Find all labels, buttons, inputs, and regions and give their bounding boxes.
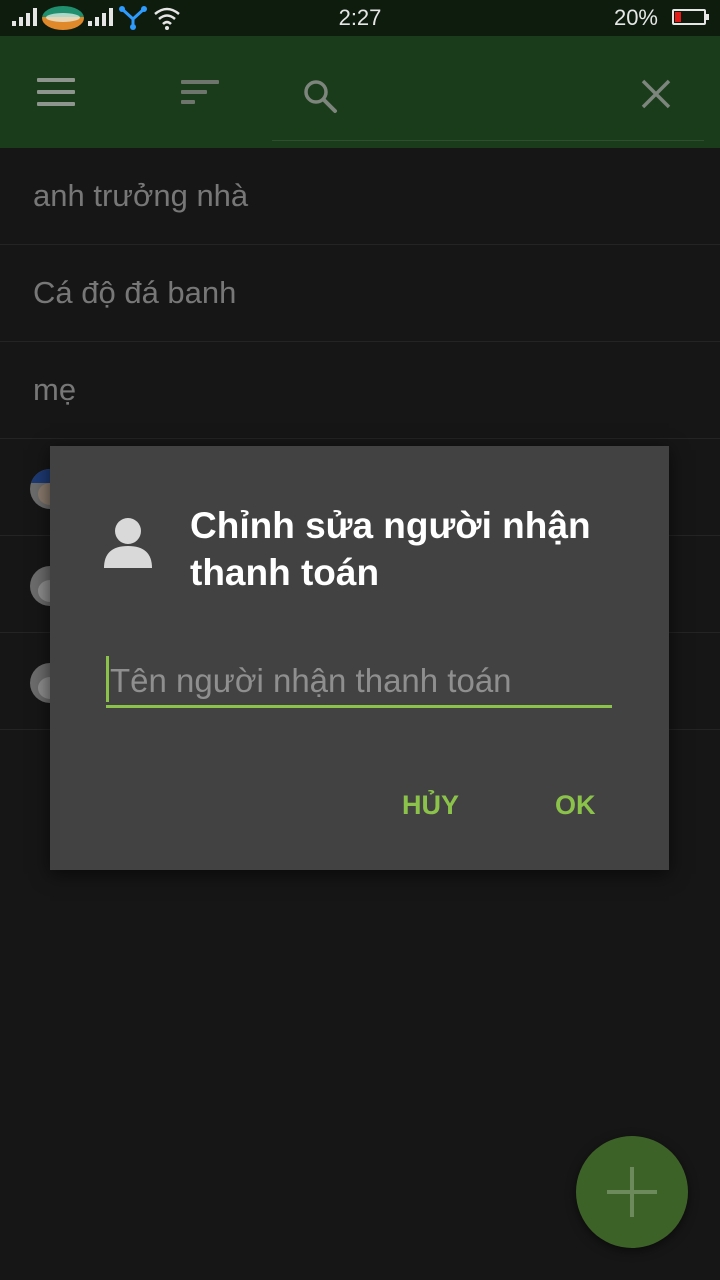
ok-button[interactable]: OK bbox=[555, 790, 596, 821]
dialog-title-line2: thanh toán bbox=[190, 552, 380, 593]
app-bar bbox=[0, 36, 720, 148]
add-button[interactable] bbox=[576, 1136, 688, 1248]
list-item[interactable]: anh trưởng nhà bbox=[0, 148, 720, 245]
battery-icon bbox=[672, 9, 709, 25]
edit-payee-dialog: Chỉnh sửa người nhận thanh toán Tên ngườ… bbox=[50, 446, 669, 870]
search-field[interactable] bbox=[272, 36, 704, 141]
sort-icon[interactable] bbox=[181, 80, 219, 104]
list-item-label: Cá độ đá banh bbox=[33, 275, 237, 310]
payee-name-field[interactable]: Tên người nhận thanh toán bbox=[106, 656, 612, 708]
status-bar: 2:27 20% bbox=[0, 0, 720, 36]
text-cursor bbox=[106, 656, 109, 702]
battery-percent: 20% bbox=[613, 5, 658, 30]
close-icon[interactable] bbox=[638, 76, 674, 112]
search-icon[interactable] bbox=[302, 78, 338, 114]
status-time: 2:27 bbox=[338, 5, 382, 30]
list-item[interactable]: mẹ bbox=[0, 342, 720, 439]
payee-name-placeholder: Tên người nhận thanh toán bbox=[110, 662, 512, 699]
list-item-label: mẹ bbox=[33, 372, 77, 407]
dialog-title: Chỉnh sửa người nhận thanh toán bbox=[190, 502, 630, 596]
dialog-title-line1: Chỉnh sửa người nhận bbox=[190, 505, 591, 546]
menu-icon[interactable] bbox=[37, 78, 75, 106]
list-item-label: anh trưởng nhà bbox=[33, 178, 249, 213]
person-icon bbox=[104, 518, 152, 568]
cancel-button[interactable]: HỦY bbox=[402, 790, 459, 821]
list-item[interactable]: Cá độ đá banh bbox=[0, 245, 720, 342]
